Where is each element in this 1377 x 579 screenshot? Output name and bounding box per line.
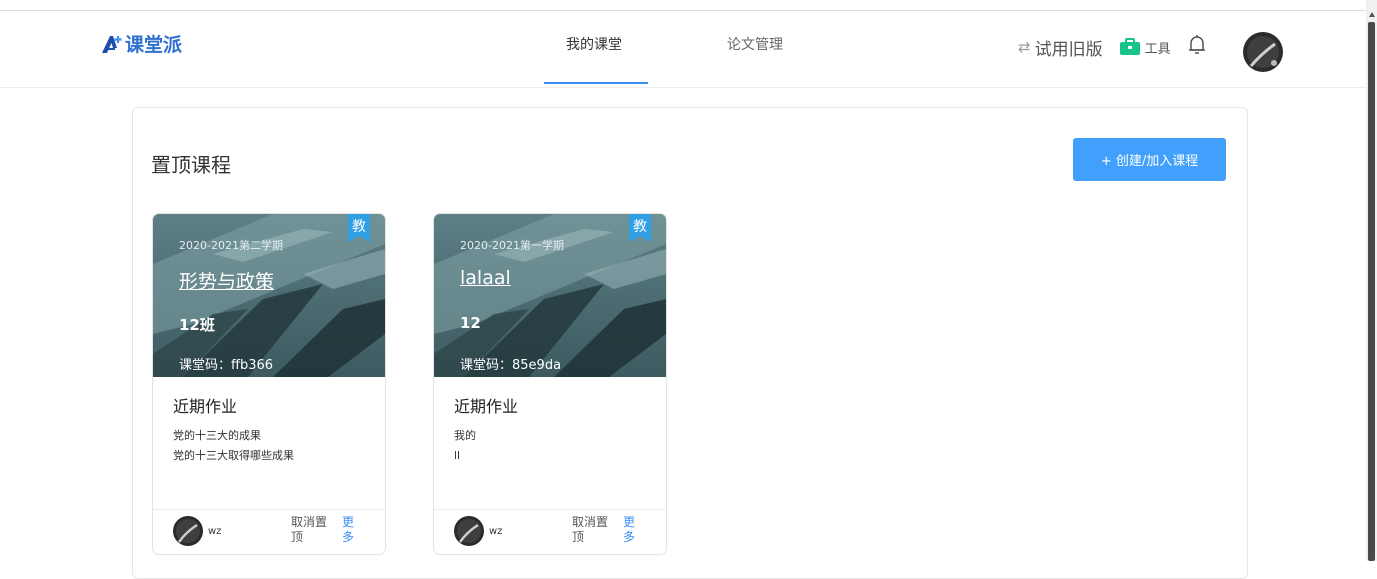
homework-item[interactable]: 党的十三大取得哪些成果 bbox=[173, 446, 294, 466]
tools-menu[interactable]: 工具 bbox=[1119, 38, 1171, 57]
course-term: 2020-2021第一学期 bbox=[460, 239, 564, 252]
more-button[interactable]: 更多 bbox=[623, 515, 637, 545]
homework-item[interactable]: 党的十三大的成果 bbox=[173, 426, 294, 446]
switch-old-version-label: 试用旧版 bbox=[1034, 39, 1103, 60]
owner-avatar bbox=[454, 516, 484, 546]
owner-avatar bbox=[173, 516, 203, 546]
course-banner[interactable]: 教 2020-2021第二学期 形势与政策 12班 课堂码：ffb366 bbox=[153, 214, 385, 377]
briefcase-icon bbox=[1119, 38, 1140, 55]
homework-list: 我的 ll bbox=[454, 426, 476, 466]
course-card[interactable]: 教 2020-2021第二学期 形势与政策 12班 课堂码：ffb366 近期作… bbox=[152, 213, 386, 555]
owner-name: wz bbox=[208, 526, 222, 537]
create-join-course-button[interactable]: + 创建/加入课程 bbox=[1073, 138, 1226, 181]
active-tab-indicator bbox=[544, 82, 648, 84]
switch-old-version-link[interactable]: ⇄ 试用旧版 bbox=[1018, 35, 1103, 60]
homework-item[interactable]: 我的 bbox=[454, 426, 476, 446]
scrollbar-thumb[interactable] bbox=[1368, 22, 1375, 561]
class-name: 12班 bbox=[179, 316, 215, 334]
course-code-value: 85e9da bbox=[512, 358, 562, 373]
browser-top-bar bbox=[0, 0, 1366, 11]
tools-label: 工具 bbox=[1144, 41, 1171, 57]
scroll-up-arrow[interactable] bbox=[1369, 12, 1375, 17]
logo-a-plus-icon bbox=[101, 34, 123, 54]
homework-list: 党的十三大的成果 党的十三大取得哪些成果 bbox=[173, 426, 294, 466]
course-code-label: 课堂码： bbox=[179, 358, 232, 373]
card-footer: wz 取消置顶 更多 bbox=[434, 509, 666, 554]
course-name-link[interactable]: lalaal bbox=[460, 267, 511, 289]
unpin-button[interactable]: 取消置顶 bbox=[291, 515, 327, 545]
user-avatar[interactable] bbox=[1243, 32, 1283, 72]
section-title: 置顶课程 bbox=[151, 153, 231, 177]
homework-item[interactable]: ll bbox=[454, 446, 476, 466]
teacher-badge-text: 教 bbox=[633, 219, 647, 235]
class-name: 12 bbox=[460, 314, 481, 332]
swap-arrows-icon: ⇄ bbox=[1018, 38, 1031, 56]
unpin-button[interactable]: 取消置顶 bbox=[572, 515, 608, 545]
teacher-badge: 教 bbox=[348, 214, 370, 242]
recent-homework-title: 近期作业 bbox=[173, 397, 238, 416]
tab-thesis-management[interactable]: 论文管理 bbox=[727, 34, 783, 54]
owner-name: wz bbox=[489, 526, 503, 537]
teacher-badge-text: 教 bbox=[352, 219, 366, 235]
course-card[interactable]: 教 2020-2021第一学期 lalaal 12 课堂码：85e9da 近期作… bbox=[433, 213, 667, 555]
logo-text: 课堂派 bbox=[125, 34, 183, 56]
course-code: 课堂码：ffb366 bbox=[179, 354, 273, 373]
course-code-label: 课堂码： bbox=[460, 358, 513, 373]
more-button[interactable]: 更多 bbox=[342, 515, 356, 545]
course-code-value: ffb366 bbox=[231, 358, 274, 373]
header-tools: ⇄ 试用旧版 工具 bbox=[1018, 34, 1207, 60]
course-term: 2020-2021第二学期 bbox=[179, 239, 283, 252]
app-logo[interactable]: 课堂派 bbox=[101, 30, 182, 57]
recent-homework-title: 近期作业 bbox=[454, 397, 519, 416]
tab-my-classroom[interactable]: 我的课堂 bbox=[566, 34, 622, 54]
teacher-badge: 教 bbox=[629, 214, 651, 242]
course-name-link[interactable]: 形势与政策 bbox=[179, 267, 274, 294]
bell-icon[interactable] bbox=[1187, 34, 1207, 60]
course-banner[interactable]: 教 2020-2021第一学期 lalaal 12 课堂码：85e9da bbox=[434, 214, 666, 377]
course-code: 课堂码：85e9da bbox=[460, 354, 561, 373]
card-footer: wz 取消置顶 更多 bbox=[153, 509, 385, 554]
